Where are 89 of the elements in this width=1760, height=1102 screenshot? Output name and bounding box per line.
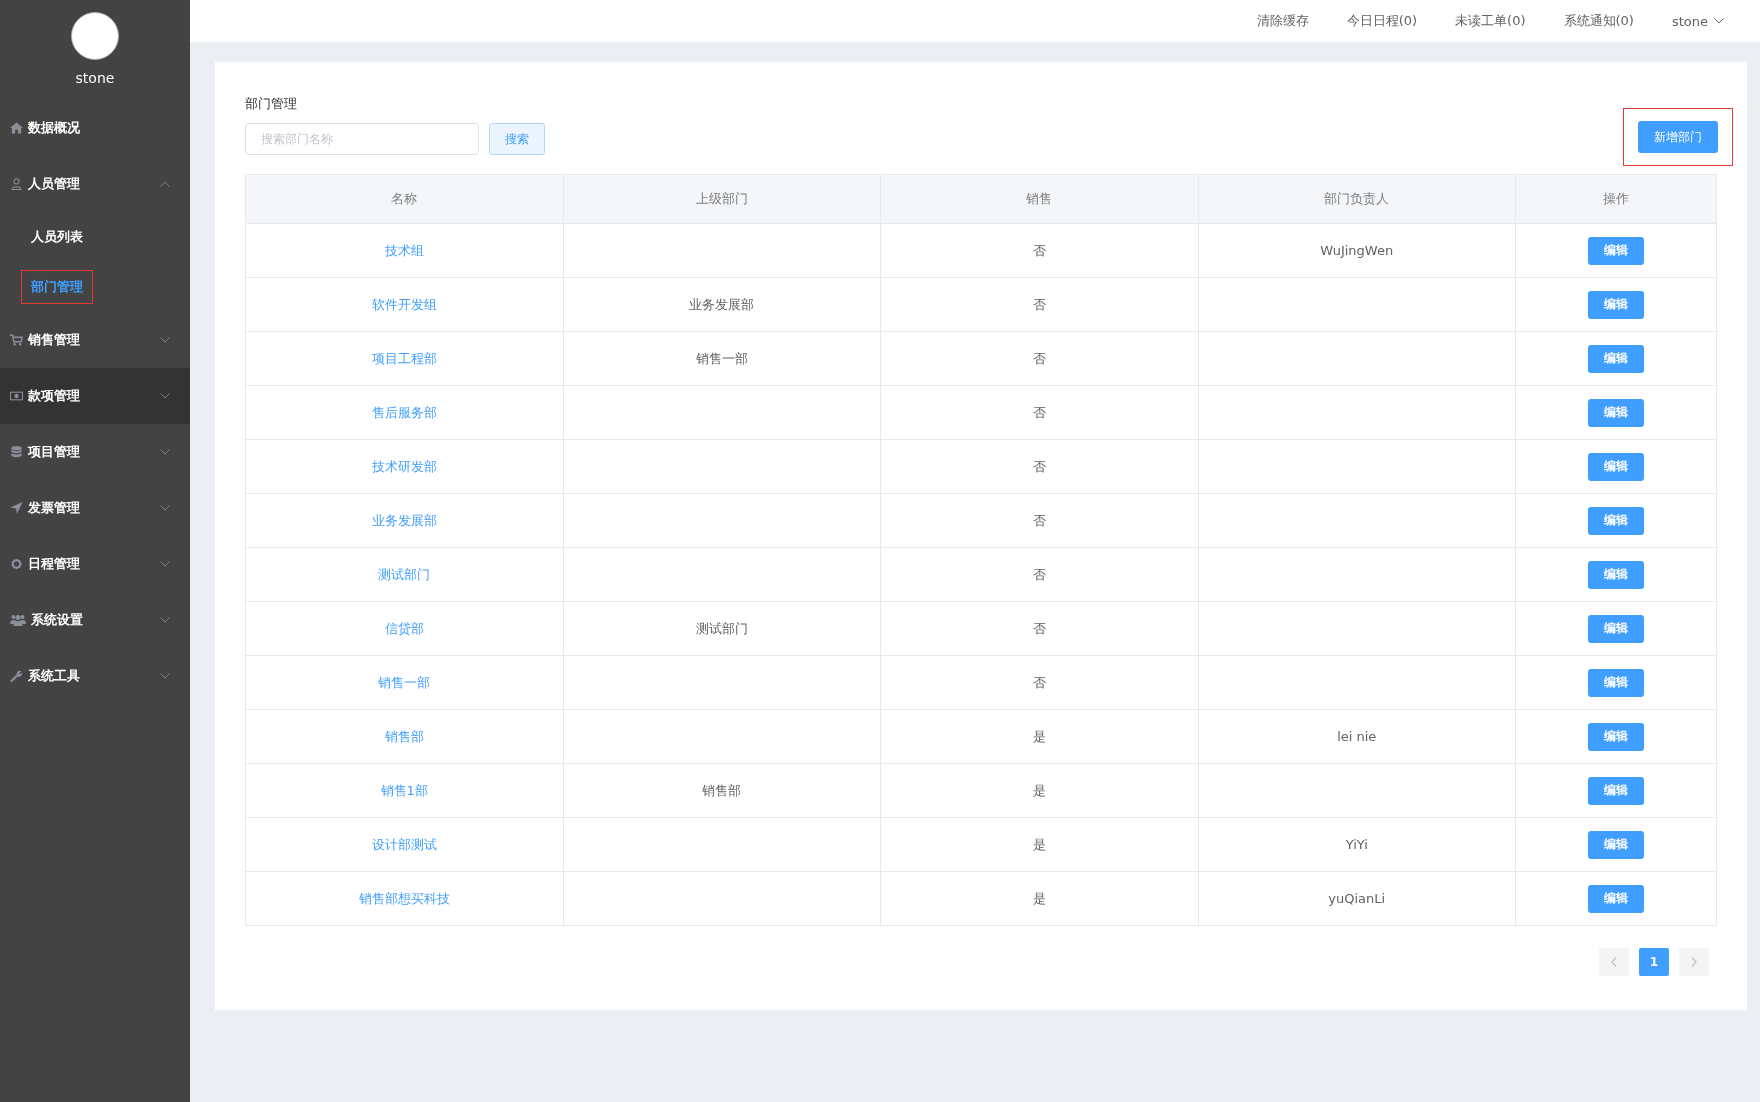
table-cell: WuJingWen bbox=[1320, 243, 1394, 258]
department-name-link[interactable]: 售后服务部 bbox=[371, 404, 437, 420]
table-cell: 否 bbox=[1032, 296, 1046, 312]
edit-button[interactable]: 编辑 bbox=[1588, 722, 1644, 751]
table-cell: 是 bbox=[1032, 782, 1046, 798]
table-cell: 否 bbox=[1032, 674, 1046, 690]
banknote-icon bbox=[10, 390, 23, 402]
department-name-link[interactable]: 信贷部 bbox=[384, 620, 424, 636]
table-cell: 否 bbox=[1032, 242, 1046, 258]
table-cell: 否 bbox=[1032, 458, 1046, 474]
chevron-icon bbox=[1714, 18, 1724, 24]
menu-item[interactable]: 项目管理 bbox=[0, 424, 190, 480]
table-cell: 是 bbox=[1032, 836, 1046, 852]
menu-item[interactable]: 数据概况 bbox=[0, 100, 190, 156]
column-header: 操作 bbox=[1515, 174, 1717, 224]
menu-item[interactable]: 人员管理 bbox=[0, 156, 190, 212]
submenu-item[interactable]: 人员列表 bbox=[21, 220, 93, 254]
column-header: 销售 bbox=[880, 174, 1198, 224]
search-field[interactable]: 搜索部门名称 bbox=[245, 123, 479, 155]
department-name-link[interactable]: 销售部想买科技 bbox=[358, 890, 450, 906]
table-cell: 否 bbox=[1032, 350, 1046, 366]
gear-icon bbox=[10, 558, 23, 570]
department-name-link[interactable]: 销售1部 bbox=[380, 782, 428, 798]
department-name-link[interactable]: 软件开发组 bbox=[371, 296, 437, 312]
edit-button[interactable]: 编辑 bbox=[1588, 560, 1644, 589]
edit-button[interactable]: 编辑 bbox=[1588, 614, 1644, 643]
table-cell: 否 bbox=[1032, 512, 1046, 528]
menu-item[interactable]: 发票管理 bbox=[0, 480, 190, 536]
menu-item[interactable]: 系统设置 bbox=[0, 592, 190, 648]
table-cell: 是 bbox=[1032, 890, 1046, 906]
table-cell: 否 bbox=[1032, 404, 1046, 420]
department-name-link[interactable]: 测试部门 bbox=[378, 566, 431, 582]
add-department-button[interactable]: 新增部门 bbox=[1638, 121, 1718, 153]
table-cell: 测试部门 bbox=[695, 620, 748, 636]
cart-icon bbox=[10, 334, 23, 346]
menu-item[interactable]: 款项管理 bbox=[0, 368, 190, 424]
home-icon bbox=[10, 122, 23, 134]
edit-button[interactable]: 编辑 bbox=[1588, 236, 1644, 265]
edit-button[interactable]: 编辑 bbox=[1588, 668, 1644, 697]
top-bar-link[interactable]: 清除缓存 bbox=[1256, 12, 1309, 30]
department-name-link[interactable]: 业务发展部 bbox=[371, 512, 437, 528]
user-menu[interactable]: stone bbox=[1671, 13, 1724, 29]
next-page-button[interactable] bbox=[1679, 948, 1709, 976]
page-button[interactable]: 1 bbox=[1639, 948, 1669, 976]
search-button[interactable]: 搜索 bbox=[489, 123, 545, 155]
chevron-left-icon bbox=[1611, 957, 1617, 967]
department-name-link[interactable]: 技术研发部 bbox=[371, 458, 437, 474]
edit-button[interactable]: 编辑 bbox=[1588, 776, 1644, 805]
department-name-link[interactable]: 设计部测试 bbox=[371, 836, 437, 852]
edit-button[interactable]: 编辑 bbox=[1588, 830, 1644, 859]
menu-item[interactable]: 系统工具 bbox=[0, 648, 190, 704]
edit-button[interactable]: 编辑 bbox=[1588, 452, 1644, 481]
database-icon bbox=[10, 446, 23, 458]
top-bar-link[interactable]: 今日日程(0) bbox=[1346, 12, 1418, 30]
chevron-right-icon bbox=[1691, 957, 1697, 967]
users-icon bbox=[10, 614, 26, 626]
table-cell: yuQianLi bbox=[1328, 891, 1386, 906]
table-cell: 业务发展部 bbox=[689, 296, 755, 312]
previous-page-button[interactable] bbox=[1599, 948, 1629, 976]
user-name: stone bbox=[75, 70, 115, 86]
table-cell: lei nie bbox=[1337, 729, 1377, 744]
table-cell: 否 bbox=[1032, 620, 1046, 636]
table-cell: 销售一部 bbox=[695, 350, 748, 366]
page-title: 部门管理 bbox=[245, 95, 298, 113]
department-name-link[interactable]: 销售部 bbox=[384, 728, 424, 744]
table-cell: 是 bbox=[1032, 728, 1046, 744]
column-header: 上级部门 bbox=[563, 174, 881, 224]
edit-button[interactable]: 编辑 bbox=[1588, 506, 1644, 535]
submenu-item[interactable]: 部门管理 bbox=[21, 270, 93, 304]
menu-item[interactable]: 日程管理 bbox=[0, 536, 190, 592]
menu-item[interactable]: 销售管理 bbox=[0, 312, 190, 368]
department-name-link[interactable]: 技术组 bbox=[384, 242, 424, 258]
table-cell: 否 bbox=[1032, 566, 1046, 582]
wrench-icon bbox=[10, 670, 23, 682]
location-arrow-icon bbox=[10, 502, 23, 514]
top-bar-link[interactable]: 未读工单(0) bbox=[1455, 12, 1526, 30]
edit-button[interactable]: 编辑 bbox=[1588, 398, 1644, 427]
edit-button[interactable]: 编辑 bbox=[1588, 884, 1644, 913]
edit-button[interactable]: 编辑 bbox=[1588, 344, 1644, 373]
column-header: 名称 bbox=[245, 174, 563, 224]
avatar bbox=[71, 12, 119, 60]
top-bar-link[interactable]: 系统通知(0) bbox=[1563, 12, 1634, 30]
department-name-link[interactable]: 销售一部 bbox=[378, 674, 431, 690]
column-header: 部门负责人 bbox=[1198, 174, 1516, 224]
table-cell: YiYi bbox=[1345, 837, 1368, 852]
user-icon bbox=[10, 178, 23, 190]
table-cell: 销售部 bbox=[702, 782, 742, 798]
edit-button[interactable]: 编辑 bbox=[1588, 290, 1644, 319]
department-name-link[interactable]: 项目工程部 bbox=[371, 350, 437, 366]
